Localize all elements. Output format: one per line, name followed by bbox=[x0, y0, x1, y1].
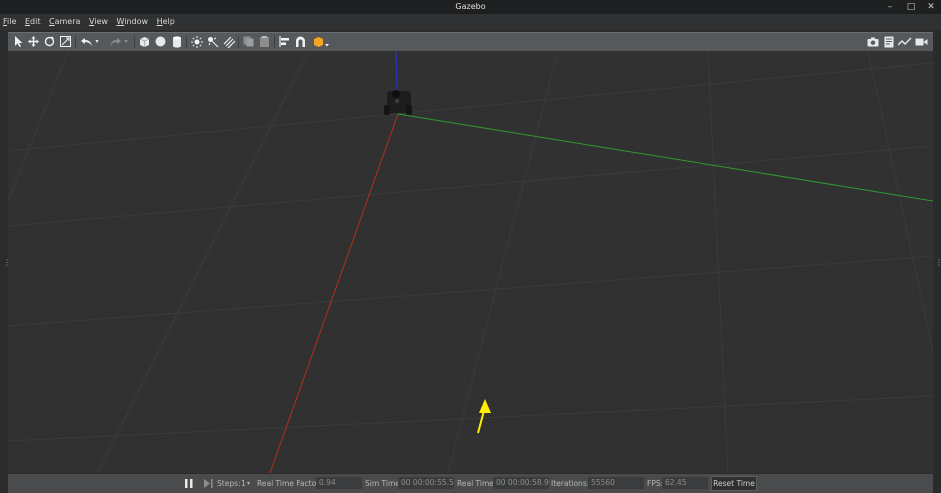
menubar: File Edit Camera View Window Help bbox=[0, 14, 941, 30]
steps-label: Steps: bbox=[217, 479, 241, 488]
select-arrow-icon[interactable] bbox=[12, 35, 25, 48]
log-icon[interactable] bbox=[882, 35, 895, 48]
maximize-icon[interactable]: □ bbox=[904, 0, 918, 14]
toolbar: ▾ ▾ bbox=[8, 32, 933, 51]
copy-icon[interactable] bbox=[242, 35, 255, 48]
y-axis-line bbox=[397, 113, 933, 202]
fps-label: FPS: bbox=[647, 479, 664, 488]
ground-grid bbox=[8, 51, 933, 473]
x-axis-line bbox=[269, 113, 399, 473]
menu-file[interactable]: File bbox=[0, 14, 19, 30]
menu-view[interactable]: View bbox=[86, 14, 111, 30]
redo-history-dropdown-icon[interactable]: ▾ bbox=[123, 35, 129, 48]
iterations-label: Iterations: bbox=[551, 479, 590, 488]
toolbar-separator bbox=[186, 36, 187, 48]
toolbar-separator bbox=[274, 36, 275, 48]
align-icon[interactable] bbox=[278, 35, 291, 48]
box-icon[interactable] bbox=[138, 35, 151, 48]
steps-value[interactable]: 1 bbox=[241, 478, 246, 489]
change-view-icon[interactable] bbox=[313, 35, 329, 48]
rotate-icon[interactable] bbox=[43, 35, 56, 48]
snap-icon[interactable] bbox=[294, 35, 307, 48]
real-time-factor-field: 0.94 bbox=[316, 477, 362, 489]
real-time-field: 00 00:00:58.970 bbox=[493, 477, 549, 489]
step-icon[interactable] bbox=[204, 479, 213, 488]
steps-stepper-icon[interactable]: ▾ bbox=[247, 478, 250, 489]
3d-viewport[interactable] bbox=[8, 51, 933, 473]
redo-icon[interactable] bbox=[108, 35, 121, 48]
sim-time-field: 00 00:00:55.568 bbox=[398, 477, 454, 489]
menu-camera[interactable]: Camera bbox=[46, 14, 83, 30]
window-titlebar: Gazebo – □ ✕ bbox=[0, 0, 941, 14]
iterations-field: 55560 bbox=[588, 477, 644, 489]
robot-model bbox=[384, 90, 412, 115]
time-panel: Steps: 1 ▾ Real Time Factor: 0.94 Sim Ti… bbox=[8, 474, 933, 493]
window-title: Gazebo bbox=[455, 2, 486, 11]
pause-icon[interactable] bbox=[185, 479, 193, 488]
spot-light-icon[interactable] bbox=[206, 35, 219, 48]
right-panel-handle[interactable]: ⋮ bbox=[935, 258, 941, 268]
sphere-icon[interactable] bbox=[154, 35, 167, 48]
fps-field: 62.45 bbox=[662, 477, 708, 489]
translate-icon[interactable] bbox=[27, 35, 40, 48]
screenshot-icon[interactable] bbox=[866, 35, 879, 48]
undo-history-dropdown-icon[interactable]: ▾ bbox=[94, 35, 100, 48]
reset-time-button[interactable]: Reset Time bbox=[711, 476, 757, 491]
record-video-icon[interactable] bbox=[915, 35, 928, 48]
left-panel-handle[interactable]: ⋮ bbox=[3, 258, 11, 268]
menu-help[interactable]: Help bbox=[154, 14, 178, 30]
toolbar-separator bbox=[134, 36, 135, 48]
sim-time-label: Sim Time: bbox=[365, 479, 403, 488]
cursor-arrow bbox=[477, 399, 491, 434]
minimize-icon[interactable]: – bbox=[883, 0, 897, 14]
undo-icon[interactable] bbox=[80, 35, 93, 48]
toolbar-separator bbox=[238, 36, 239, 48]
toolbar-separator bbox=[75, 36, 76, 48]
real-time-label: Real Time: bbox=[457, 479, 497, 488]
close-icon[interactable]: ✕ bbox=[924, 0, 938, 14]
point-light-icon[interactable] bbox=[190, 35, 203, 48]
menu-window[interactable]: Window bbox=[113, 14, 151, 30]
plot-icon[interactable] bbox=[898, 35, 912, 48]
cylinder-icon[interactable] bbox=[170, 35, 183, 48]
menu-edit[interactable]: Edit bbox=[22, 14, 44, 30]
directional-light-icon[interactable] bbox=[222, 35, 235, 48]
scale-icon[interactable] bbox=[59, 35, 72, 48]
paste-icon[interactable] bbox=[258, 35, 271, 48]
z-axis-line bbox=[395, 51, 398, 92]
real-time-factor-label: Real Time Factor: bbox=[257, 479, 322, 488]
